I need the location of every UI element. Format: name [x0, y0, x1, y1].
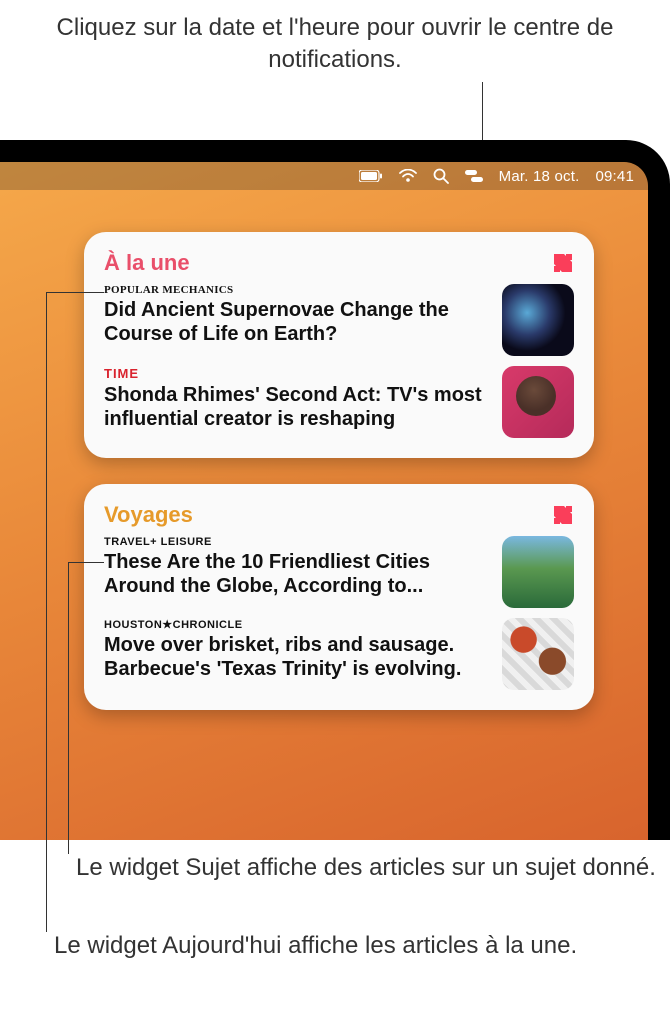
- article-headline: These Are the 10 Friendliest Cities Arou…: [104, 550, 488, 598]
- article-item[interactable]: HOUSTON★CHRONICLE Move over brisket, rib…: [104, 618, 574, 690]
- article-item[interactable]: TIME Shonda Rhimes' Second Act: TV's mos…: [104, 366, 574, 438]
- leader-line: [68, 562, 104, 563]
- article-body: HOUSTON★CHRONICLE Move over brisket, rib…: [104, 618, 488, 681]
- menubar: Mar. 18 oct. 09:41: [0, 162, 648, 190]
- article-thumbnail: [502, 618, 574, 690]
- leader-line: [68, 562, 69, 854]
- menubar-time[interactable]: 09:41: [595, 168, 634, 185]
- article-body: TIME Shonda Rhimes' Second Act: TV's mos…: [104, 366, 488, 431]
- article-thumbnail: [502, 536, 574, 608]
- article-source: TRAVEL+ LEISURE: [104, 536, 488, 548]
- article-source: HOUSTON★CHRONICLE: [104, 618, 488, 631]
- leader-line: [46, 292, 104, 293]
- article-item[interactable]: TRAVEL+ LEISURE These Are the 10 Friendl…: [104, 536, 574, 608]
- article-source: TIME: [104, 366, 488, 381]
- callout-bottom-today: Le widget Aujourd'hui affiche les articl…: [54, 930, 577, 961]
- widget-title: Voyages: [104, 502, 193, 528]
- article-item[interactable]: POPULAR MECHANICS Did Ancient Supernovae…: [104, 284, 574, 356]
- widgets-column: À la une POPULAR MECHANICS Did Ancient S…: [84, 232, 594, 710]
- article-headline: Move over brisket, ribs and sausage. Bar…: [104, 633, 488, 681]
- apple-news-icon: [552, 504, 574, 526]
- control-center-icon[interactable]: [465, 170, 483, 182]
- widget-header: Voyages: [104, 502, 574, 528]
- article-thumbnail: [502, 366, 574, 438]
- callout-bottom-topic: Le widget Sujet affiche des articles sur…: [76, 852, 656, 883]
- apple-news-icon: [552, 252, 574, 274]
- desktop-screen: Mar. 18 oct. 09:41 À la une POPULAR MECH…: [0, 162, 648, 840]
- article-headline: Did Ancient Supernovae Change the Course…: [104, 298, 488, 346]
- callout-top: Cliquez sur la date et l'heure pour ouvr…: [0, 0, 670, 83]
- widget-top-stories[interactable]: À la une POPULAR MECHANICS Did Ancient S…: [84, 232, 594, 458]
- article-body: TRAVEL+ LEISURE These Are the 10 Friendl…: [104, 536, 488, 598]
- wifi-icon[interactable]: [399, 169, 417, 183]
- widget-title: À la une: [104, 250, 190, 276]
- article-thumbnail: [502, 284, 574, 356]
- article-headline: Shonda Rhimes' Second Act: TV's most inf…: [104, 383, 488, 431]
- widget-header: À la une: [104, 250, 574, 276]
- leader-line: [46, 292, 47, 932]
- article-body: POPULAR MECHANICS Did Ancient Supernovae…: [104, 284, 488, 346]
- battery-icon[interactable]: [359, 170, 383, 182]
- search-icon[interactable]: [433, 168, 449, 184]
- laptop-frame: Mar. 18 oct. 09:41 À la une POPULAR MECH…: [0, 140, 670, 840]
- widget-topic-travel[interactable]: Voyages TRAVEL+ LEISURE These Are the 10…: [84, 484, 594, 710]
- article-source: POPULAR MECHANICS: [104, 284, 488, 296]
- menubar-date[interactable]: Mar. 18 oct.: [499, 168, 580, 185]
